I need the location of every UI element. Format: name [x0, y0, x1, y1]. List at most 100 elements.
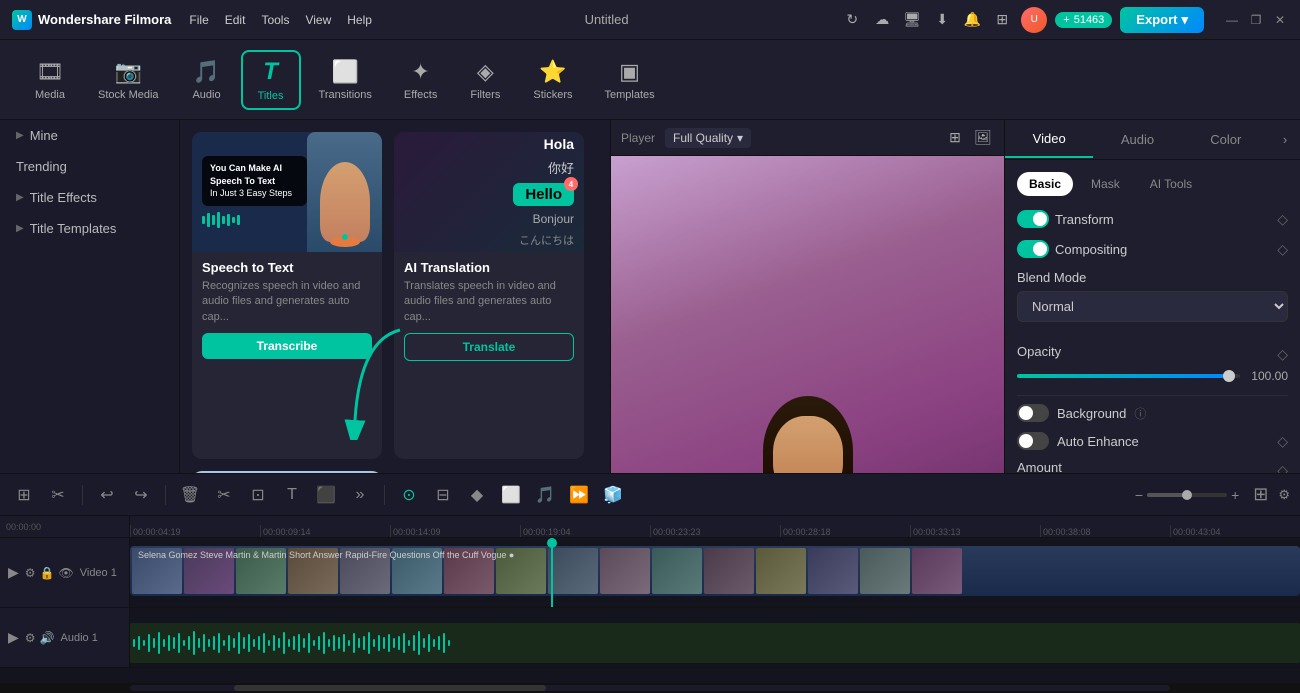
minimize-button[interactable]: —: [1224, 12, 1240, 28]
opacity-keyframe-icon[interactable]: ◇: [1277, 346, 1288, 363]
speed-button[interactable]: ⏩: [565, 481, 593, 509]
subtab-mask[interactable]: Mask: [1079, 172, 1132, 196]
zoom-slider[interactable]: [1147, 493, 1227, 497]
quality-select[interactable]: Full Quality ▾: [665, 128, 751, 148]
redo-button[interactable]: ↪: [127, 481, 155, 509]
transform-keyframe-icon[interactable]: ◇: [1277, 211, 1288, 228]
audio-track-settings-icon[interactable]: ⚙: [25, 631, 36, 645]
card-ai-translation[interactable]: Hola 你好 Hello 4 Bonjour こんにちは AI Transla…: [394, 132, 584, 459]
transform-toggle[interactable]: [1017, 210, 1049, 228]
player-view-icons: ⊞ 🖼: [944, 127, 994, 149]
settings-icon[interactable]: ⚙: [1278, 487, 1290, 503]
loop-button[interactable]: ⊙: [395, 481, 423, 509]
photo-icon[interactable]: 🖼: [972, 127, 994, 149]
subtab-ai-tools[interactable]: AI Tools: [1138, 172, 1204, 196]
tool-transitions[interactable]: ⬜ Transitions: [305, 53, 386, 107]
cloud-icon[interactable]: ☁: [871, 9, 893, 31]
panel-item-trending[interactable]: Trending: [0, 151, 179, 182]
panel-item-title-effects[interactable]: ▶ Title Effects: [0, 182, 179, 213]
avatar[interactable]: U: [1021, 7, 1047, 33]
delete-button[interactable]: 🗑: [176, 481, 204, 509]
video-track-eye-icon[interactable]: 👁: [59, 566, 74, 580]
sync-icon[interactable]: ↻: [841, 9, 863, 31]
audio-clip[interactable]: [130, 623, 1300, 663]
zoom-thumb[interactable]: [1182, 490, 1192, 500]
coins-button[interactable]: +51463: [1055, 12, 1112, 28]
tab-video[interactable]: Video: [1005, 121, 1093, 158]
card-speech-to-text[interactable]: You Can Make AI Speech To Text In Just 3…: [192, 132, 382, 459]
menu-file[interactable]: File: [189, 13, 208, 27]
menu-help[interactable]: Help: [347, 13, 372, 27]
video-track-content[interactable]: Selena Gomez Steve Martin & Martin Short…: [130, 538, 1300, 607]
close-button[interactable]: ✕: [1272, 12, 1288, 28]
video-clip[interactable]: Selena Gomez Steve Martin & Martin Short…: [130, 546, 1300, 596]
subtab-basic[interactable]: Basic: [1017, 172, 1073, 196]
auto-enhance-toggle[interactable]: [1017, 432, 1049, 450]
zoom-in-icon[interactable]: +: [1231, 487, 1239, 503]
crop-button[interactable]: ⊡: [244, 481, 272, 509]
split-audio-button[interactable]: ⊟: [429, 481, 457, 509]
video-track-play-icon[interactable]: ▶: [8, 564, 19, 581]
timeline-more-button[interactable]: ⊞: [1253, 484, 1268, 505]
panel-item-title-templates[interactable]: ▶ Title Templates: [0, 213, 179, 244]
tool-titles[interactable]: T Titles: [241, 50, 301, 110]
export-button[interactable]: Export ▾: [1120, 7, 1204, 33]
tool-templates[interactable]: ▣ Templates: [590, 53, 668, 107]
audio-track-label: ▶ ⚙ 🔊 Audio 1: [0, 608, 130, 667]
scrollbar-track[interactable]: [130, 685, 1170, 691]
keyframe-button[interactable]: ◆: [463, 481, 491, 509]
maximize-button[interactable]: ❐: [1248, 12, 1264, 28]
audio-track-mute-icon[interactable]: 🔊: [40, 631, 55, 645]
grid-view-icon[interactable]: ⊞: [944, 127, 966, 149]
blend-mode-select[interactable]: Normal Dissolve Darken Multiply Screen O…: [1017, 291, 1288, 322]
more-icon[interactable]: »: [346, 481, 374, 509]
speech-card-text: You Can Make AI Speech To Text: [210, 162, 299, 187]
scene-button[interactable]: ⊞: [10, 481, 38, 509]
tab-color[interactable]: Color: [1182, 122, 1270, 157]
apps-icon[interactable]: ⊞: [991, 9, 1013, 31]
tool-media[interactable]: 🎞 Media: [20, 53, 80, 107]
menu-edit[interactable]: Edit: [225, 13, 246, 27]
opacity-thumb[interactable]: [1223, 370, 1235, 382]
video-track-lock-icon[interactable]: 🔒: [40, 566, 55, 580]
trans-japanese: こんにちは: [519, 232, 574, 248]
translate-button[interactable]: Translate: [404, 333, 574, 361]
compositing-toggle[interactable]: [1017, 240, 1049, 258]
notification-icon[interactable]: 🔔: [961, 9, 983, 31]
tool-stock-media[interactable]: 📷 Stock Media: [84, 53, 173, 107]
quick-split-icon[interactable]: ✂: [44, 481, 72, 509]
tool-effects[interactable]: ✦ Effects: [390, 53, 451, 107]
import-icon[interactable]: ⬇: [931, 9, 953, 31]
opacity-slider[interactable]: [1017, 374, 1240, 378]
transition-btn[interactable]: ⬜: [497, 481, 525, 509]
text-button[interactable]: T: [278, 481, 306, 509]
panel-item-mine[interactable]: ▶ Mine: [0, 120, 179, 151]
audio-detach-button[interactable]: 🎵: [531, 481, 559, 509]
background-toggle[interactable]: [1017, 404, 1049, 422]
audio-track-play-icon[interactable]: ▶: [8, 629, 19, 646]
video-track-settings-icon[interactable]: ⚙: [25, 566, 36, 580]
auto-enhance-keyframe-icon[interactable]: ◇: [1277, 433, 1288, 450]
panel-title-templates-label: Title Templates: [30, 221, 117, 236]
menu-view[interactable]: View: [305, 13, 331, 27]
monitor-icon[interactable]: 🖥: [901, 9, 923, 31]
tool-filters[interactable]: ◈ Filters: [455, 53, 515, 107]
zoom-out-icon[interactable]: −: [1135, 487, 1143, 503]
undo-button[interactable]: ↩: [93, 481, 121, 509]
tool-titles-label: Titles: [258, 90, 284, 102]
tab-audio[interactable]: Audio: [1093, 122, 1181, 157]
tool-stickers[interactable]: ⭐ Stickers: [519, 53, 586, 107]
ai-translation-title: AI Translation: [404, 260, 574, 275]
right-panel-more-icon[interactable]: ›: [1270, 132, 1300, 147]
scrollbar-thumb[interactable]: [234, 685, 546, 691]
background-help-icon: ⓘ: [1134, 405, 1146, 422]
cut-button[interactable]: ✂: [210, 481, 238, 509]
color-button[interactable]: ⬛: [312, 481, 340, 509]
menu-tools[interactable]: Tools: [261, 13, 289, 27]
audio-track-content[interactable]: [130, 608, 1300, 667]
compositing-keyframe-icon[interactable]: ◇: [1277, 241, 1288, 258]
timeline-scrollbar[interactable]: [0, 683, 1300, 693]
freeze-button[interactable]: 🧊: [599, 481, 627, 509]
transcribe-button[interactable]: Transcribe: [202, 333, 372, 359]
tool-audio[interactable]: 🎵 Audio: [177, 53, 237, 107]
